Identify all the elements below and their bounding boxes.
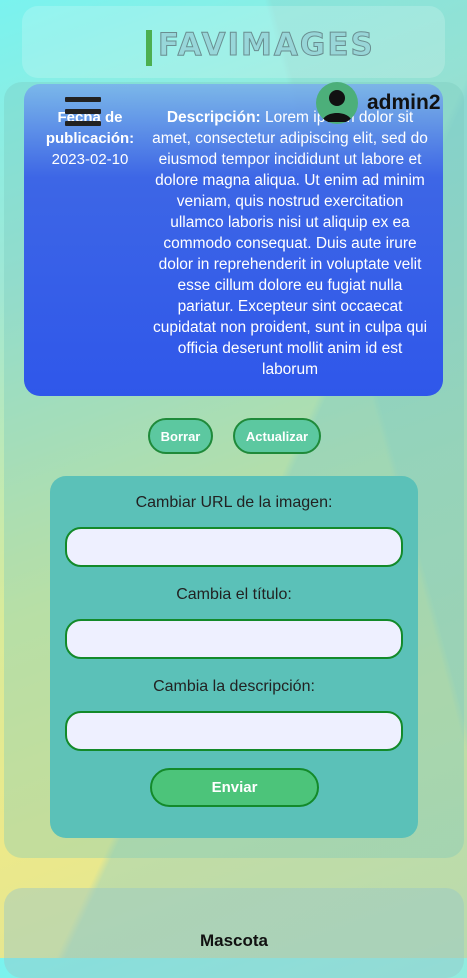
title-label: Cambia el título: — [176, 586, 292, 603]
site-title[interactable]: FAVIMAGES — [158, 27, 375, 64]
hamburger-menu-icon[interactable] — [65, 97, 101, 128]
publication-date-value: 2023-02-10 — [51, 151, 129, 168]
image-url-input[interactable] — [65, 527, 403, 567]
delete-button[interactable]: Borrar — [148, 418, 213, 454]
description-input[interactable] — [65, 711, 403, 751]
description-input-label: Cambia la descripción: — [153, 678, 315, 695]
username[interactable]: admin2 — [367, 91, 441, 115]
description-text: Lorem ipsum dolor sit amet, consectetur … — [152, 109, 428, 378]
title-accent-bar — [146, 30, 152, 66]
update-button[interactable]: Actualizar — [233, 418, 321, 454]
image-description: Descripción: Lorem ipsum dolor sit amet,… — [152, 107, 428, 380]
next-image-title: Mascota — [199, 931, 269, 950]
title-input[interactable] — [65, 619, 403, 659]
image-url-label: Cambiar URL de la imagen: — [135, 494, 333, 511]
description-label: Descripción: — [166, 109, 261, 126]
user-avatar-icon[interactable] — [316, 82, 358, 124]
submit-button[interactable]: Enviar — [150, 768, 319, 807]
